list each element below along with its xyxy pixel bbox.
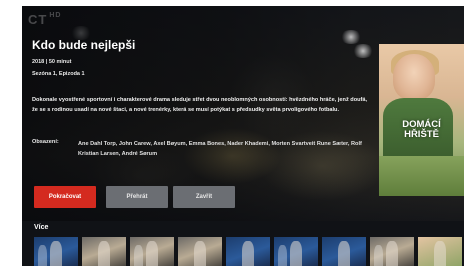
- episode-thumbnail[interactable]: [322, 237, 366, 266]
- show-title: Kdo bude nejlepši: [32, 38, 136, 52]
- show-poster: DOMÁCÍ HŘIŠTĚ: [379, 44, 464, 196]
- thumbnail-figure: [338, 241, 350, 266]
- thumbnail-figure: [50, 241, 62, 266]
- poster-title-line2: HŘIŠTĚ: [404, 129, 439, 140]
- close-button[interactable]: Zavřít: [173, 186, 235, 208]
- thumbnail-figure: [242, 241, 254, 266]
- episode-thumbnail[interactable]: [34, 237, 78, 266]
- channel-logo-sub: HD: [49, 12, 62, 19]
- episode-thumbnail[interactable]: [370, 237, 414, 266]
- thumbnail-figure: [38, 245, 47, 266]
- cast-label: Obsazení:: [32, 139, 59, 145]
- poster-grass: [379, 156, 464, 196]
- thumbnail-figure: [434, 241, 446, 266]
- play-button[interactable]: Přehrát: [106, 186, 168, 208]
- season-episode: Sezóna 1, Epizoda 1: [32, 71, 85, 77]
- episode-thumbnail[interactable]: [130, 237, 174, 266]
- episode-thumbnail[interactable]: [418, 237, 462, 266]
- episode-thumbnail[interactable]: [274, 237, 318, 266]
- thumbnail-figure: [374, 245, 383, 266]
- thumbnail-figure: [98, 241, 110, 266]
- thumbnail-figure: [134, 245, 143, 266]
- show-description: Dokonale vyostřené sportovní i charakter…: [32, 97, 368, 113]
- poster-title: DOMÁCÍ HŘIŠTĚ: [379, 120, 464, 140]
- poster-figure-face: [393, 54, 435, 100]
- thumbnail-figure: [278, 245, 287, 266]
- cast-list: Ane Dahl Torp, John Carew, Axel Bøyum, E…: [78, 141, 362, 157]
- episode-thumbnail[interactable]: [226, 237, 270, 266]
- thumbnail-figure: [290, 241, 302, 266]
- channel-logo: CT HD: [28, 12, 61, 27]
- thumbnail-figure: [146, 241, 158, 266]
- continue-button[interactable]: Pokračovat: [34, 186, 96, 208]
- year-duration: 2018 | 50 minut: [32, 59, 72, 65]
- thumbnail-figure: [386, 241, 398, 266]
- channel-logo-text: CT: [28, 12, 48, 27]
- more-episodes-row: Více: [22, 221, 464, 266]
- tv-screen: CT HD Kdo bude nejlepši 2018 | 50 minut S…: [22, 6, 464, 266]
- more-label: Více: [34, 224, 49, 231]
- episode-thumbnail[interactable]: [178, 237, 222, 266]
- thumbnail-figure: [194, 241, 206, 266]
- episode-thumbnail[interactable]: [82, 237, 126, 266]
